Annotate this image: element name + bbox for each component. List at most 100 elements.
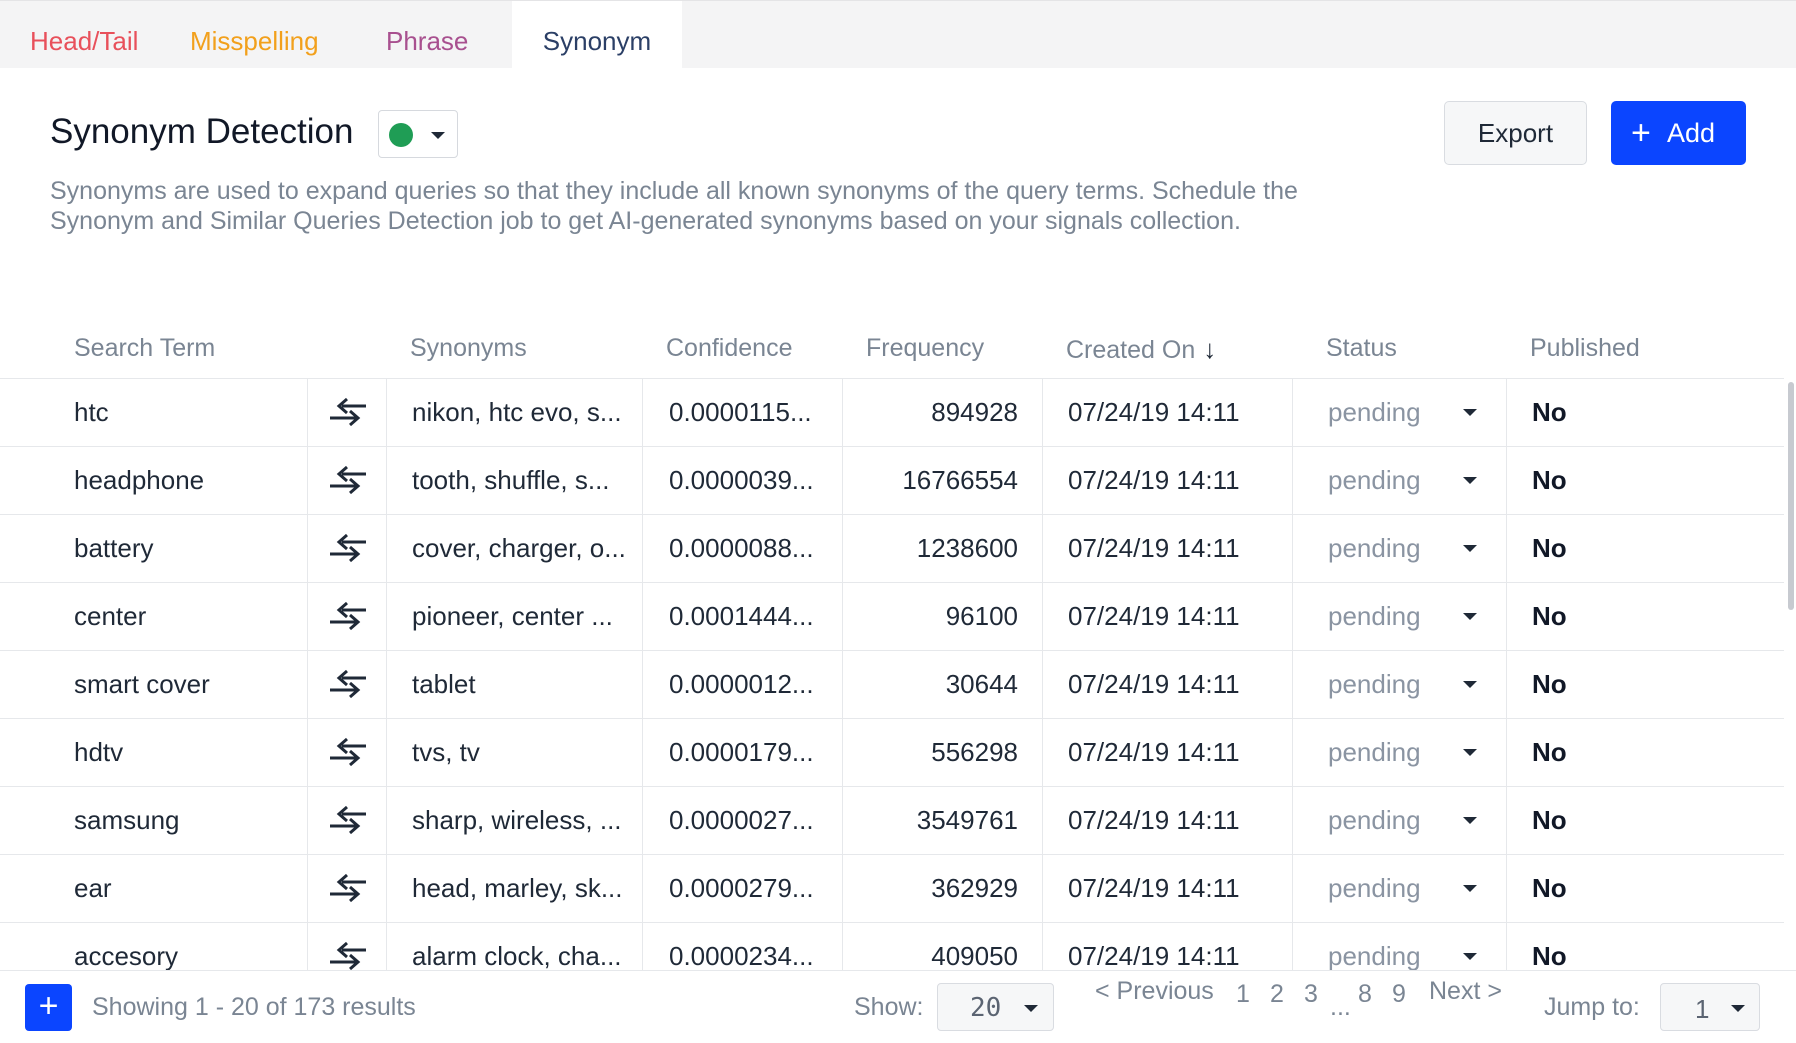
cell-published: No [1532,805,1567,835]
cell-published: No [1532,533,1567,563]
cell-synonyms[interactable]: head, marley, sk... [412,855,642,922]
table-row[interactable]: smart cover tablet 0.0000012... 30644 07/24/… [0,651,1784,719]
cell-confidence: 0.0000088... [642,515,842,582]
add-button[interactable]: + Add [1611,101,1746,165]
cell-frequency: 556298 [842,719,1042,786]
status-value: pending [1328,669,1421,699]
table-row[interactable]: hdtv tvs, tv 0.0000179... 556298 07/24/19 14… [0,719,1784,787]
cell-synonyms[interactable]: tvs, tv [412,719,642,786]
cell-synonyms[interactable]: nikon, htc evo, s... [412,379,642,446]
status-value: pending [1328,533,1421,563]
caret-down-icon [1463,477,1477,484]
caret-down-icon [1463,885,1477,892]
status-value: pending [1328,805,1421,835]
column-header-search-term[interactable]: Search Term [74,334,215,363]
jump-to-value: 1 [1695,994,1710,1024]
status-value: pending [1328,397,1421,427]
cell-frequency: 894928 [842,379,1042,446]
cell-synonyms[interactable]: sharp, wireless, ... [412,787,642,854]
table-row[interactable]: samsung sharp, wireless, ... 0.0000027... 3… [0,787,1784,855]
table-row[interactable]: headphone tooth, shuffle, s... 0.0000039..… [0,447,1784,515]
export-button[interactable]: Export [1444,101,1587,165]
cell-confidence: 0.0000039... [642,447,842,514]
status-value: pending [1328,873,1421,903]
caret-down-icon [431,132,445,139]
swap-direction-button[interactable] [307,923,387,970]
caret-down-icon [1463,953,1477,960]
status-dropdown[interactable]: pending [1292,923,1507,970]
cell-synonyms[interactable]: tooth, shuffle, s... [412,447,642,514]
cell-confidence: 0.0000027... [642,787,842,854]
cell-synonyms[interactable]: alarm clock, cha... [412,923,642,970]
swap-direction-button[interactable] [307,719,387,786]
status-dot-icon [389,123,413,147]
table-row[interactable]: battery cover, charger, o... 0.0000088... 1… [0,515,1784,583]
status-dropdown[interactable]: pending [1292,583,1507,650]
cell-published: No [1532,941,1567,970]
cell-search-term: htc [74,397,109,427]
cell-confidence: 0.0000279... [642,855,842,922]
page-size-value: 20 [970,993,1002,1023]
status-dropdown[interactable]: pending [1292,515,1507,582]
status-dropdown[interactable]: pending [1292,855,1507,922]
cell-created-on: 07/24/19 14:11 [1042,515,1292,582]
status-dropdown[interactable]: pending [1292,379,1507,446]
cell-published: No [1532,873,1567,903]
page-link[interactable]: 8 [1358,980,1372,1009]
cell-frequency: 362929 [842,855,1042,922]
swap-direction-button[interactable] [307,515,387,582]
swap-direction-button[interactable] [307,583,387,650]
status-dropdown[interactable]: pending [1292,651,1507,718]
page-link[interactable]: 2 [1270,980,1284,1009]
cell-confidence: 0.0000115... [642,379,842,446]
next-page-link[interactable]: Next > [1429,977,1502,1006]
results-count: Showing 1 - 20 of 173 results [92,993,416,1021]
swap-direction-button[interactable] [307,447,387,514]
page-ellipsis: ... [1330,993,1351,1021]
column-header-published[interactable]: Published [1530,334,1640,363]
status-dropdown[interactable]: pending [1292,787,1507,854]
swap-direction-button[interactable] [307,787,387,854]
previous-page-link[interactable]: < Previous [1095,977,1214,1006]
swap-direction-button[interactable] [307,379,387,446]
cell-synonyms[interactable]: tablet [412,651,642,718]
column-header-synonyms[interactable]: Synonyms [410,334,527,363]
table-scrollbar[interactable] [1788,382,1794,610]
column-header-frequency[interactable]: Frequency [866,334,984,363]
cell-confidence: 0.0000179... [642,719,842,786]
job-status-dropdown[interactable] [378,110,458,158]
page-link[interactable]: 3 [1304,980,1318,1009]
status-dropdown[interactable]: pending [1292,719,1507,786]
jump-to-select[interactable]: 1 [1660,983,1760,1031]
cell-created-on: 07/24/19 14:11 [1042,651,1292,718]
swap-direction-button[interactable] [307,855,387,922]
cell-search-term: accesory [74,941,179,970]
table-row[interactable]: center pioneer, center ... 0.0001444... 961… [0,583,1784,651]
column-header-created-on-label: Created On [1066,336,1196,364]
cell-search-term: center [74,601,147,631]
cell-frequency: 409050 [842,923,1042,970]
status-dropdown[interactable]: pending [1292,447,1507,514]
table-footer: + Showing 1 - 20 of 173 results Show: 20… [0,970,1796,1043]
table-row[interactable]: ear head, marley, sk... 0.0000279... 362929… [0,855,1784,923]
table-row[interactable]: accesory alarm clock, cha... 0.0000234... 4… [0,923,1784,970]
arrow-down-icon: ↓ [1203,334,1217,364]
table-row[interactable]: htc nikon, htc evo, s... 0.0000115... 89492… [0,379,1784,447]
tab-phrase[interactable]: Phrase [356,1,498,69]
cell-synonyms[interactable]: pioneer, center ... [412,583,642,650]
tab-synonym[interactable]: Synonym [512,1,682,69]
page-link[interactable]: 9 [1392,980,1406,1009]
page-link[interactable]: 1 [1236,980,1250,1009]
tab-misspelling[interactable]: Misspelling [160,1,349,69]
footer-add-button[interactable]: + [25,984,72,1031]
column-header-confidence[interactable]: Confidence [666,334,792,363]
tab-head-tail[interactable]: Head/Tail [0,1,168,69]
column-header-status[interactable]: Status [1326,334,1397,363]
cell-synonyms[interactable]: cover, charger, o... [412,515,642,582]
column-header-created-on[interactable]: Created On ↓ [1066,334,1216,365]
cell-search-term: headphone [74,465,205,495]
page-size-select[interactable]: 20 [937,983,1054,1031]
swap-direction-button[interactable] [307,651,387,718]
cell-created-on: 07/24/19 14:11 [1042,583,1292,650]
cell-frequency: 30644 [842,651,1042,718]
